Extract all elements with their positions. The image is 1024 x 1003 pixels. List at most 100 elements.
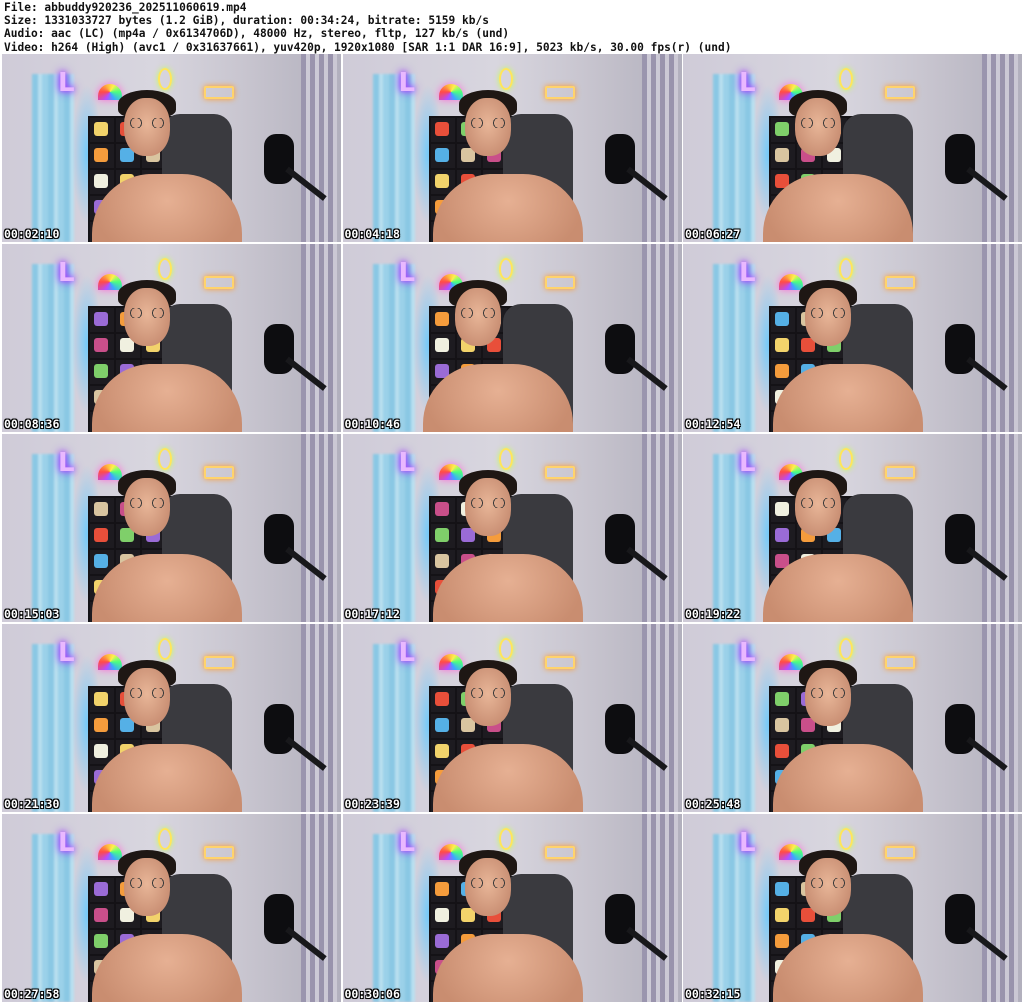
toy-figure <box>434 502 449 516</box>
toy-figure <box>94 338 108 352</box>
thumbnail-timestamp: 00:23:39 <box>344 797 400 811</box>
toy-figure <box>434 934 449 948</box>
glasses-icon <box>809 688 847 698</box>
neon-pineapple-sign <box>158 638 172 660</box>
video-thumbnail[interactable]: L 00:19:22 <box>683 434 1022 622</box>
thumbnail-timestamp: 00:17:12 <box>344 607 400 621</box>
microphone-icon <box>604 704 635 754</box>
toy-figure <box>94 148 108 162</box>
curtain-right <box>982 434 1018 622</box>
toy-figure <box>94 364 108 378</box>
thumbnail-timestamp: 00:15:03 <box>4 607 60 621</box>
thumbnail-timestamp: 00:06:27 <box>685 227 741 241</box>
curtain-right <box>641 244 678 432</box>
microphone-icon <box>945 134 975 184</box>
microphone-icon <box>945 704 975 754</box>
size-line: Size: 1331033727 bytes (1.2 GiB), durati… <box>4 14 489 28</box>
toy-figure <box>434 528 449 542</box>
toy-figure <box>94 312 108 326</box>
curtain-left <box>372 834 415 1002</box>
thumbnail-timestamp: 00:19:22 <box>685 607 741 621</box>
neon-l-sign: L <box>739 448 756 478</box>
curtain-right <box>301 814 337 1002</box>
neon-box-sign <box>204 86 234 99</box>
video-thumbnail[interactable]: L 00:06:27 <box>683 54 1022 242</box>
thumbnail-grid: L 00:02:10 L 00:04:18 L 00:06:27 L 00:08… <box>2 54 1022 1002</box>
curtain-left <box>372 74 415 242</box>
neon-l-sign: L <box>58 828 75 858</box>
toy-figure <box>775 934 789 948</box>
toy-figure <box>775 908 789 922</box>
microphone-icon <box>264 514 294 564</box>
neon-pineapple-sign <box>839 68 853 90</box>
curtain-left <box>372 644 415 812</box>
toy-figure <box>94 744 108 758</box>
video-thumbnail[interactable]: L 00:08:36 <box>2 244 341 432</box>
video-thumbnail[interactable]: L 00:27:58 <box>2 814 341 1002</box>
neon-rainbow-sign <box>438 844 463 860</box>
glasses-icon <box>809 878 847 888</box>
neon-pineapple-sign <box>839 638 853 660</box>
toy-figure <box>775 692 789 706</box>
curtain-right <box>641 434 678 622</box>
neon-box-sign <box>885 86 915 99</box>
neon-l-sign: L <box>739 638 756 668</box>
curtain-left <box>372 264 415 432</box>
glasses-icon <box>468 498 507 508</box>
toy-figure <box>775 122 789 136</box>
video-thumbnail[interactable]: L 00:15:03 <box>2 434 341 622</box>
thumbnail-timestamp: 00:25:48 <box>685 797 741 811</box>
toy-figure <box>94 502 108 516</box>
video-thumbnail[interactable]: L 00:10:46 <box>342 244 682 432</box>
file-info-header: File: abbuddy920236_202511060619.mp4 Siz… <box>4 1 1020 54</box>
microphone-icon <box>604 134 635 184</box>
video-thumbnail[interactable]: L 00:30:06 <box>342 814 682 1002</box>
neon-box-sign <box>885 846 915 859</box>
curtain-right <box>982 54 1018 242</box>
toy-figure <box>434 692 449 706</box>
neon-box-sign <box>885 656 915 669</box>
neon-pineapple-sign <box>158 68 172 90</box>
curtain-right <box>641 624 678 812</box>
video-thumbnail[interactable]: L 00:21:30 <box>2 624 341 812</box>
video-thumbnail[interactable]: L 00:23:39 <box>342 624 682 812</box>
toy-figure <box>775 364 789 378</box>
glasses-icon <box>458 308 497 318</box>
video-line: Video: h264 (High) (avc1 / 0x31637661), … <box>4 40 732 54</box>
toy-figure <box>775 502 789 516</box>
neon-l-sign: L <box>398 68 416 98</box>
neon-pineapple-sign <box>498 638 513 660</box>
neon-box-sign <box>544 86 575 99</box>
neon-pineapple-sign <box>498 828 513 850</box>
neon-l-sign: L <box>739 258 756 288</box>
toy-figure <box>775 312 789 326</box>
video-thumbnail[interactable]: L 00:17:12 <box>342 434 682 622</box>
thumbnail-timestamp: 00:04:18 <box>344 227 400 241</box>
neon-l-sign: L <box>58 638 75 668</box>
toy-figure <box>434 312 449 326</box>
toy-figure <box>94 122 108 136</box>
neon-pineapple-sign <box>839 828 853 850</box>
microphone-icon <box>945 894 975 944</box>
microphone-icon <box>945 324 975 374</box>
neon-pineapple-sign <box>158 828 172 850</box>
file-name-line: File: abbuddy920236_202511060619.mp4 <box>4 1 247 14</box>
video-thumbnail[interactable]: L 00:04:18 <box>342 54 682 242</box>
toy-figure <box>434 882 449 896</box>
video-thumbnail[interactable]: L 00:02:10 <box>2 54 341 242</box>
toy-figure <box>94 908 108 922</box>
video-thumbnail[interactable]: L 00:32:15 <box>683 814 1022 1002</box>
toy-figure <box>434 744 449 758</box>
neon-box-sign <box>204 846 234 859</box>
glasses-icon <box>799 118 837 128</box>
microphone-icon <box>264 324 294 374</box>
toy-figure <box>775 718 789 732</box>
curtain-left <box>713 644 755 812</box>
curtain-right <box>641 814 678 1002</box>
neon-box-sign <box>544 846 575 859</box>
neon-box-sign <box>204 276 234 289</box>
video-thumbnail[interactable]: L 00:12:54 <box>683 244 1022 432</box>
microphone-icon <box>945 514 975 564</box>
glasses-icon <box>799 498 837 508</box>
video-thumbnail[interactable]: L 00:25:48 <box>683 624 1022 812</box>
